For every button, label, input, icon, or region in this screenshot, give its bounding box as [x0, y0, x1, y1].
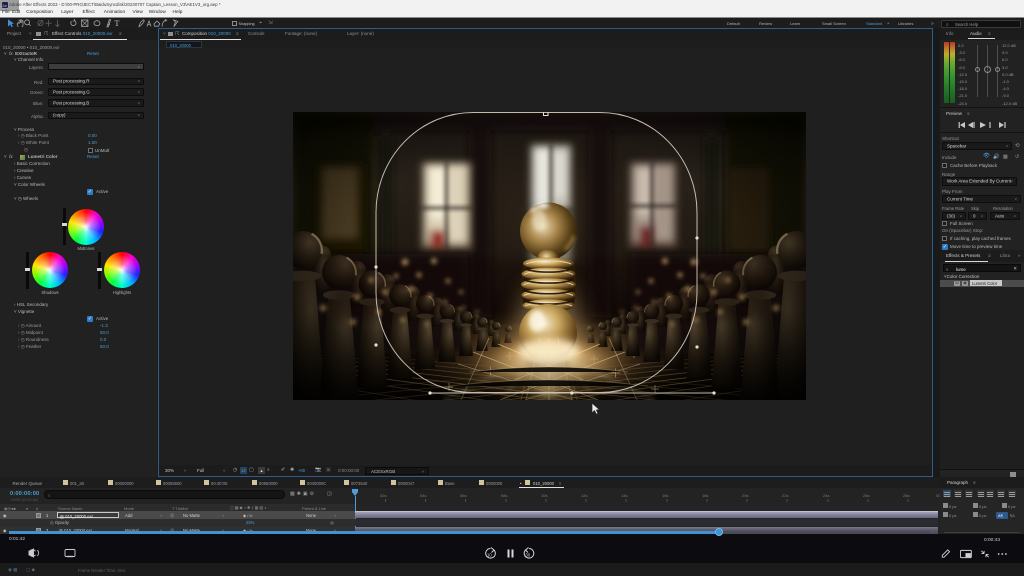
svg-text:T: T: [115, 19, 120, 28]
svg-text:10: 10: [487, 552, 492, 557]
svg-text:30: 30: [525, 552, 530, 557]
